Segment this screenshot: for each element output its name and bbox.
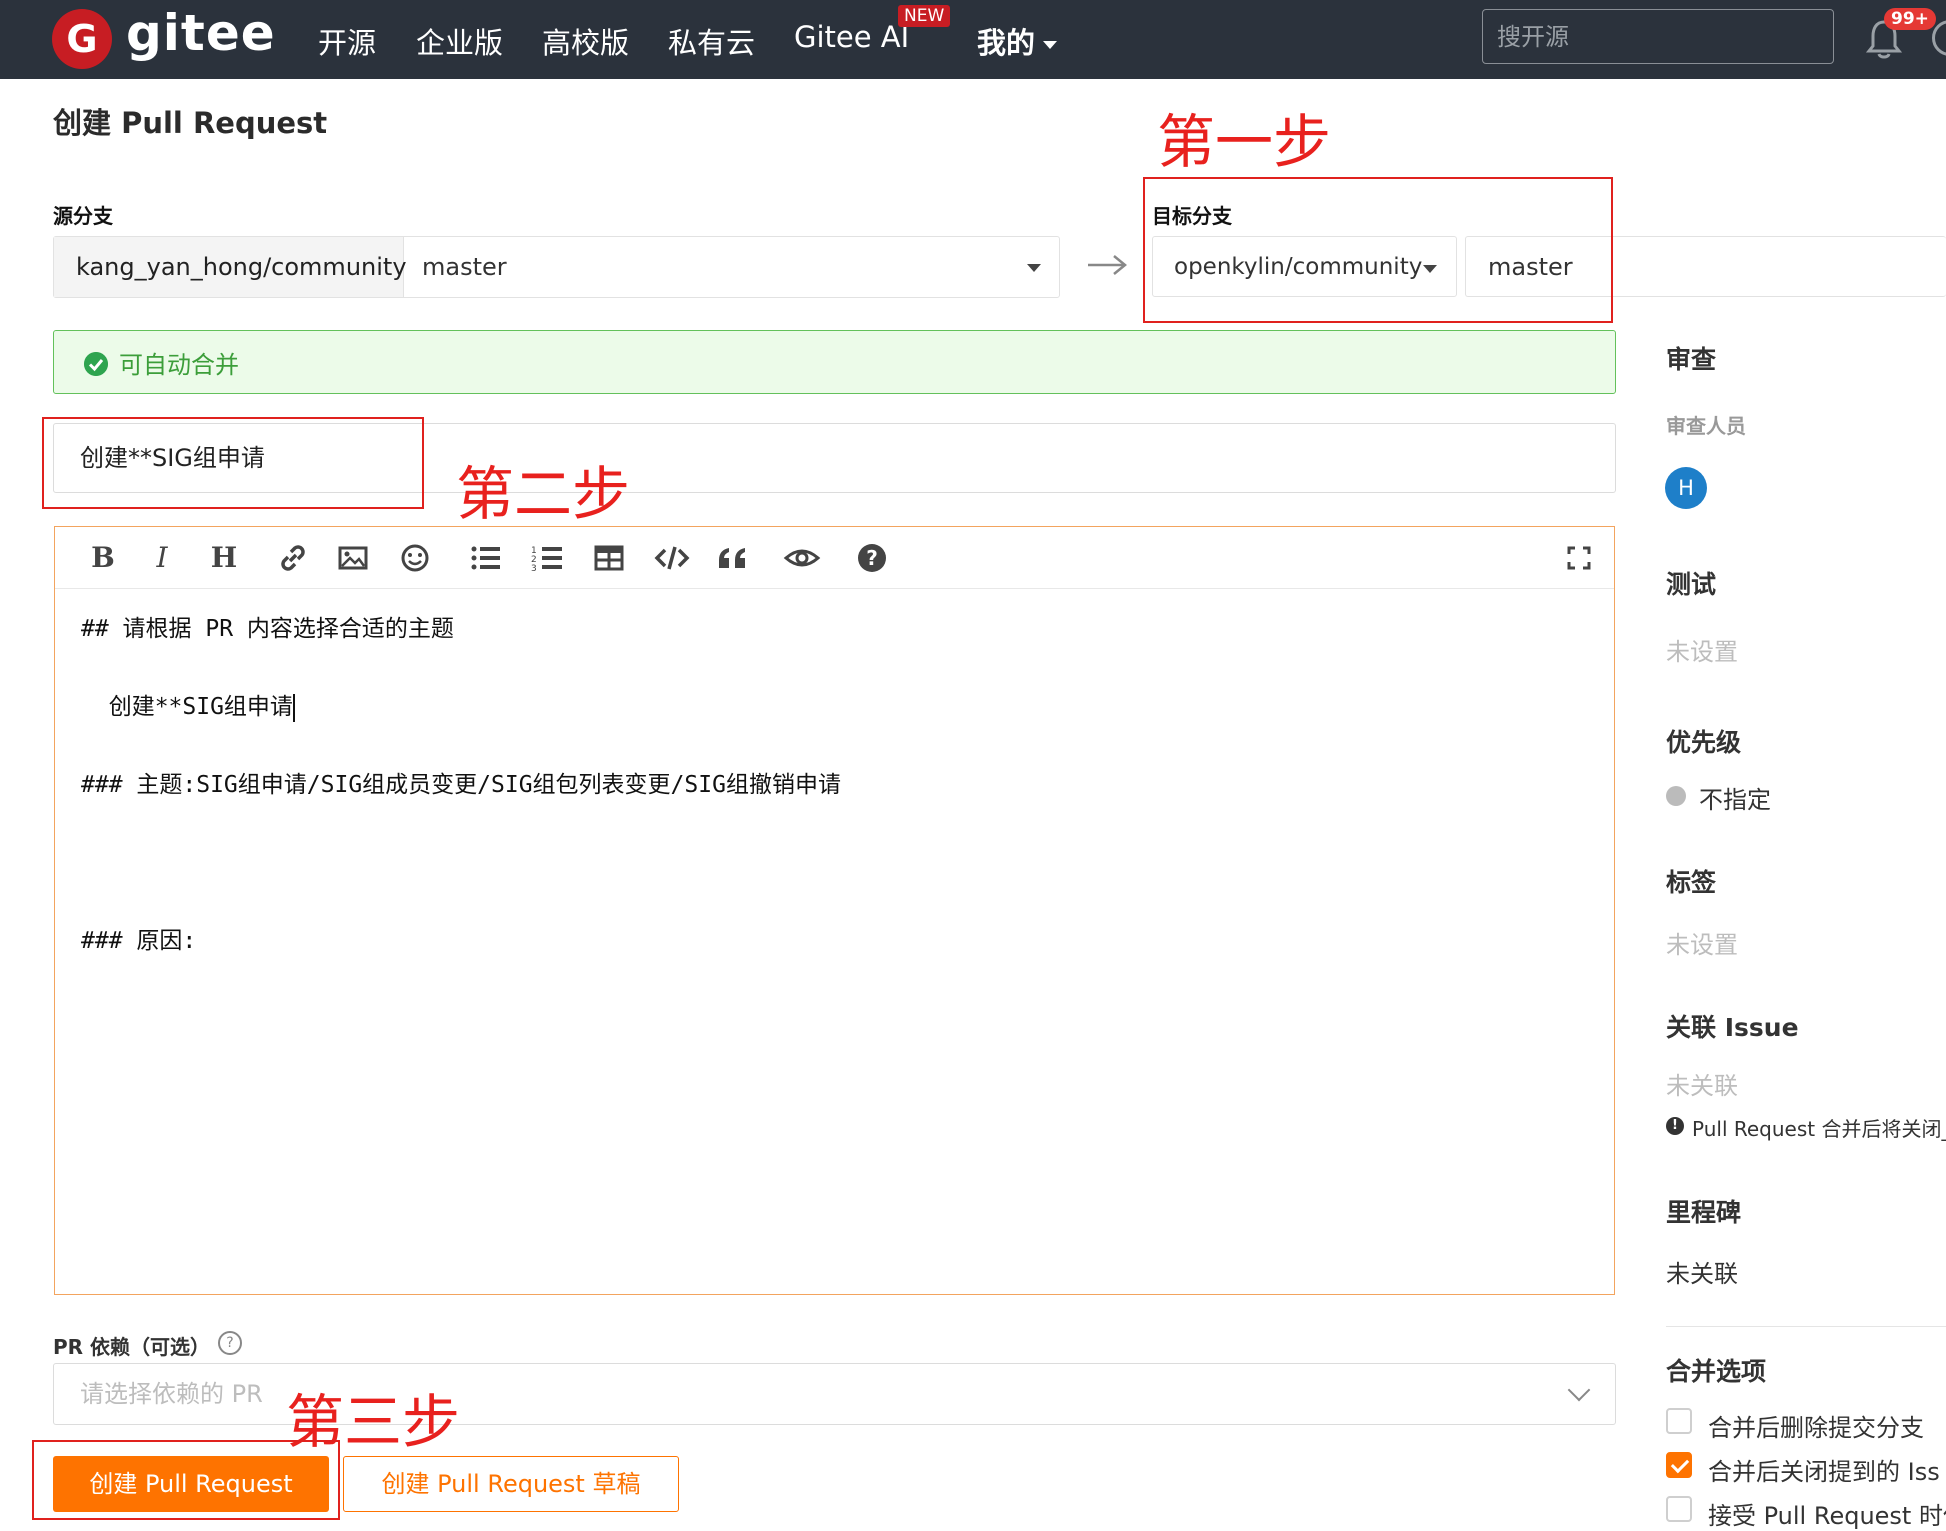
linked-issue-note: Pull Request 合并后将关闭_ xyxy=(1692,1117,1946,1141)
arrow-right-icon xyxy=(1088,255,1127,275)
labels-value[interactable]: 未设置 xyxy=(1666,925,1738,960)
annotation-box-title xyxy=(42,417,424,509)
brand-name[interactable]: gitee xyxy=(126,4,276,62)
review-title: 审查 xyxy=(1666,345,1717,374)
create-pr-draft-button[interactable]: 创建 Pull Request 草稿 xyxy=(343,1456,679,1512)
delete-branch-checkbox[interactable] xyxy=(1666,1408,1692,1434)
gitee-logo-icon[interactable]: G xyxy=(52,9,112,69)
sidebar-divider xyxy=(1666,1326,1946,1327)
milestone-value[interactable]: 未关联 xyxy=(1666,1254,1738,1289)
source-branch-select[interactable]: master xyxy=(404,237,1059,297)
accept-pr-checkbox[interactable] xyxy=(1666,1496,1692,1522)
close-issues-checkbox[interactable] xyxy=(1666,1452,1692,1478)
top-navigation: G gitee 开源 企业版 高校版 私有云 Gitee AI NEW 我的 9… xyxy=(0,0,1946,79)
source-branch-selector: kang_yan_hong/community master xyxy=(53,236,1060,298)
source-repo-select[interactable]: kang_yan_hong/community xyxy=(54,237,407,297)
question-circle-icon[interactable]: ? xyxy=(218,1331,242,1355)
pr-dependency-placeholder: 请选择依赖的 PR xyxy=(80,1380,263,1408)
labels-title: 标签 xyxy=(1666,868,1717,897)
nav-item-enterprise[interactable]: 企业版 xyxy=(416,20,503,62)
annotation-box-target xyxy=(1143,177,1613,323)
notification-count-badge: 99+ xyxy=(1884,8,1936,30)
source-branch-value: master xyxy=(422,253,507,281)
nav-item-education[interactable]: 高校版 xyxy=(542,20,629,62)
description-editor[interactable]: B I H 1 2 3 ? ## 请根据 PR 内容选择合适的主题 创建**SI… xyxy=(54,526,1615,1295)
merge-status-text: 可自动合并 xyxy=(119,351,239,379)
nav-item-mine[interactable]: 我的 xyxy=(977,20,1058,62)
milestone-title: 里程碑 xyxy=(1666,1198,1742,1227)
editor-toolbar: B I H 1 2 3 ? xyxy=(55,527,1614,589)
emoji-icon[interactable] xyxy=(395,538,435,578)
accept-pr-label[interactable]: 接受 Pull Request 时使 xyxy=(1708,1496,1946,1531)
priority-dot-icon xyxy=(1666,786,1686,806)
search-input[interactable] xyxy=(1482,9,1834,64)
bullet-list-icon[interactable] xyxy=(466,538,506,578)
editor-line: ### 主题:SIG组申请/SIG组成员变更/SIG组包列表变更/SIG组撤销申… xyxy=(81,772,841,798)
priority-value[interactable]: 不指定 xyxy=(1699,780,1771,815)
test-value[interactable]: 未设置 xyxy=(1666,632,1738,667)
caret-down-icon xyxy=(1027,264,1041,272)
help-icon[interactable] xyxy=(1932,20,1946,56)
annotation-step-2: 第二步 xyxy=(456,460,631,528)
merge-status-banner: 可自动合并 xyxy=(53,330,1616,394)
editor-line: 创建**SIG组申请 xyxy=(81,693,295,722)
delete-branch-label[interactable]: 合并后删除提交分支 xyxy=(1708,1408,1924,1443)
nav-item-mine-label: 我的 xyxy=(977,26,1036,60)
italic-icon[interactable]: I xyxy=(142,538,182,578)
annotation-step-1: 第一步 xyxy=(1157,108,1332,176)
new-badge: NEW xyxy=(898,5,951,27)
table-icon[interactable] xyxy=(589,538,629,578)
bold-icon[interactable]: B xyxy=(83,538,123,578)
preview-eye-icon[interactable] xyxy=(782,538,822,578)
nav-item-open-source[interactable]: 开源 xyxy=(318,20,376,62)
test-title: 测试 xyxy=(1666,570,1717,599)
close-issues-label[interactable]: 合并后关闭提到的 Iss xyxy=(1708,1452,1940,1487)
info-icon: ! xyxy=(1666,1117,1684,1135)
reviewer-avatar[interactable]: H xyxy=(1665,467,1707,509)
editor-line: ## 请根据 PR 内容选择合适的主题 xyxy=(81,616,454,642)
caret-down-icon xyxy=(1043,41,1058,49)
priority-title: 优先级 xyxy=(1666,728,1742,757)
fullscreen-icon[interactable] xyxy=(1559,538,1599,578)
check-circle-icon xyxy=(84,352,108,376)
annotation-box-create xyxy=(32,1440,340,1520)
linked-issue-title: 关联 Issue xyxy=(1666,1013,1799,1042)
image-icon[interactable] xyxy=(333,538,373,578)
text-cursor xyxy=(292,693,295,722)
editor-line: ### 原因: xyxy=(81,928,197,954)
chevron-down-icon xyxy=(1567,1378,1591,1402)
nav-item-gitee-ai[interactable]: Gitee AI xyxy=(794,20,909,54)
numbered-list-icon[interactable]: 1 2 3 xyxy=(528,538,568,578)
svg-text:?: ? xyxy=(866,546,878,570)
code-icon[interactable] xyxy=(652,538,692,578)
svg-text:3: 3 xyxy=(531,564,537,574)
reviewers-label: 审查人员 xyxy=(1666,414,1746,438)
link-icon[interactable] xyxy=(273,538,313,578)
pr-dependency-label: PR 依赖（可选） xyxy=(53,1335,211,1359)
quote-icon[interactable] xyxy=(713,538,753,578)
heading-icon[interactable]: H xyxy=(204,538,244,578)
nav-item-private-cloud[interactable]: 私有云 xyxy=(668,20,755,62)
help-question-icon[interactable]: ? xyxy=(852,538,892,578)
page-title: 创建 Pull Request xyxy=(53,106,328,140)
merge-options-title: 合并选项 xyxy=(1666,1357,1767,1386)
source-branch-label: 源分支 xyxy=(53,204,113,228)
linked-issue-value[interactable]: 未关联 xyxy=(1666,1066,1738,1101)
